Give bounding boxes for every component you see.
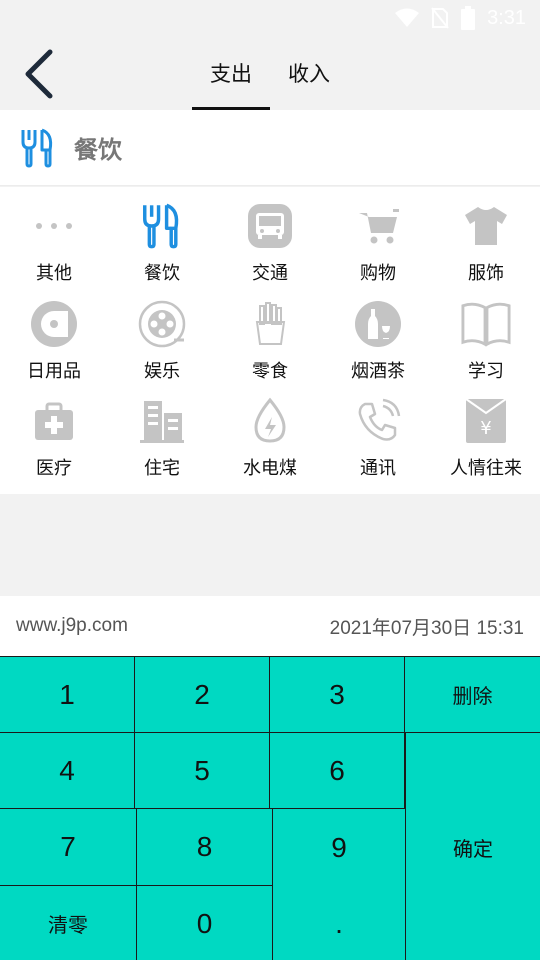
number-keypad: 1 2 3 删除 4 5 6 7 8 9 确定 清零 0 . <box>0 656 540 960</box>
category-label: 娱乐 <box>144 361 180 382</box>
book-icon <box>461 302 511 347</box>
category-label: 水电煤 <box>243 458 297 479</box>
fries-icon <box>255 302 286 345</box>
wine-bottle-icon <box>355 301 401 347</box>
category-label: 交通 <box>252 263 288 284</box>
key-5[interactable]: 5 <box>135 733 270 809</box>
category-dining[interactable]: 餐饮 <box>108 201 216 299</box>
fork-knife-icon <box>21 128 53 167</box>
key-4[interactable]: 4 <box>0 733 135 809</box>
battery-icon <box>461 6 476 30</box>
status-bar: 3:31 <box>0 0 540 36</box>
type-tabs: 支出 收入 <box>192 36 348 110</box>
category-housing[interactable]: 住宅 <box>108 396 216 494</box>
category-gifts[interactable]: ¥ 人情往来 <box>432 396 540 494</box>
key-9[interactable]: 9 <box>273 809 405 886</box>
category-label: 其他 <box>36 263 72 284</box>
category-grid: 其他 餐饮 交通 购物 服饰 日用品 娱乐 零食 烟酒茶 学习 医疗 住宅 水电… <box>0 187 540 494</box>
header: 支出 收入 <box>0 36 540 110</box>
category-label: 人情往来 <box>450 458 522 479</box>
wifi-icon <box>395 8 420 27</box>
category-snacks[interactable]: 零食 <box>216 299 324 396</box>
more-dots-icon <box>36 223 72 229</box>
category-medical[interactable]: 医疗 <box>0 396 108 494</box>
tab-income[interactable]: 收入 <box>270 36 348 110</box>
tshirt-icon <box>465 207 507 245</box>
chevron-left-icon <box>25 49 53 99</box>
category-label: 服饰 <box>468 263 504 284</box>
category-label: 住宅 <box>144 458 180 479</box>
key-2[interactable]: 2 <box>135 657 270 733</box>
fork-knife-icon <box>143 203 179 249</box>
category-label: 零食 <box>252 361 288 382</box>
back-button[interactable] <box>18 48 62 100</box>
category-label: 餐饮 <box>144 263 180 284</box>
category-label: 烟酒茶 <box>351 361 405 382</box>
shopping-cart-icon <box>359 209 399 244</box>
selected-category-label: 餐饮 <box>74 136 122 164</box>
no-sim-icon <box>431 7 449 29</box>
category-label: 医疗 <box>36 458 72 479</box>
category-study[interactable]: 学习 <box>432 299 540 396</box>
key-6[interactable]: 6 <box>270 733 405 809</box>
date-time-selector[interactable]: 2021年07月30日 15:31 <box>330 613 524 640</box>
svg-text:¥: ¥ <box>480 418 491 439</box>
category-entertainment[interactable]: 娱乐 <box>108 299 216 396</box>
category-other[interactable]: 其他 <box>0 201 108 299</box>
red-envelope-icon: ¥ <box>465 398 507 443</box>
category-label: 日用品 <box>27 361 81 382</box>
selected-category: 餐饮 <box>0 110 540 186</box>
water-drop-icon <box>254 397 286 443</box>
key-3[interactable]: 3 <box>270 657 405 733</box>
category-label: 学习 <box>468 361 504 382</box>
category-label: 购物 <box>360 263 396 284</box>
delete-button[interactable]: 删除 <box>405 657 540 733</box>
film-reel-icon <box>138 300 186 348</box>
key-7[interactable]: 7 <box>0 809 137 886</box>
bus-icon <box>248 204 292 248</box>
clear-button[interactable]: 清零 <box>0 886 137 960</box>
category-clothing[interactable]: 服饰 <box>432 201 540 299</box>
key-1[interactable]: 1 <box>0 657 135 733</box>
key-0[interactable]: 0 <box>137 886 273 960</box>
info-row: www.j9p.com 2021年07月30日 15:31 <box>0 596 540 656</box>
phone-icon <box>358 398 401 441</box>
category-tobacco-alcohol-tea[interactable]: 烟酒茶 <box>324 299 432 396</box>
tab-expense[interactable]: 支出 <box>192 36 270 110</box>
medical-kit-icon <box>35 402 73 440</box>
category-daily-goods[interactable]: 日用品 <box>0 299 108 396</box>
key-dot[interactable]: . <box>273 886 405 960</box>
category-shopping[interactable]: 购物 <box>324 201 432 299</box>
category-communication[interactable]: 通讯 <box>324 396 432 494</box>
watermark-text: www.j9p.com <box>16 615 128 636</box>
category-transport[interactable]: 交通 <box>216 201 324 299</box>
tissue-roll-icon <box>31 301 77 347</box>
status-time: 3:31 <box>487 6 526 29</box>
key-8[interactable]: 8 <box>137 809 273 886</box>
category-utilities[interactable]: 水电煤 <box>216 396 324 494</box>
confirm-button[interactable]: 确定 <box>405 733 540 960</box>
building-icon <box>140 401 184 443</box>
category-label: 通讯 <box>360 458 396 479</box>
